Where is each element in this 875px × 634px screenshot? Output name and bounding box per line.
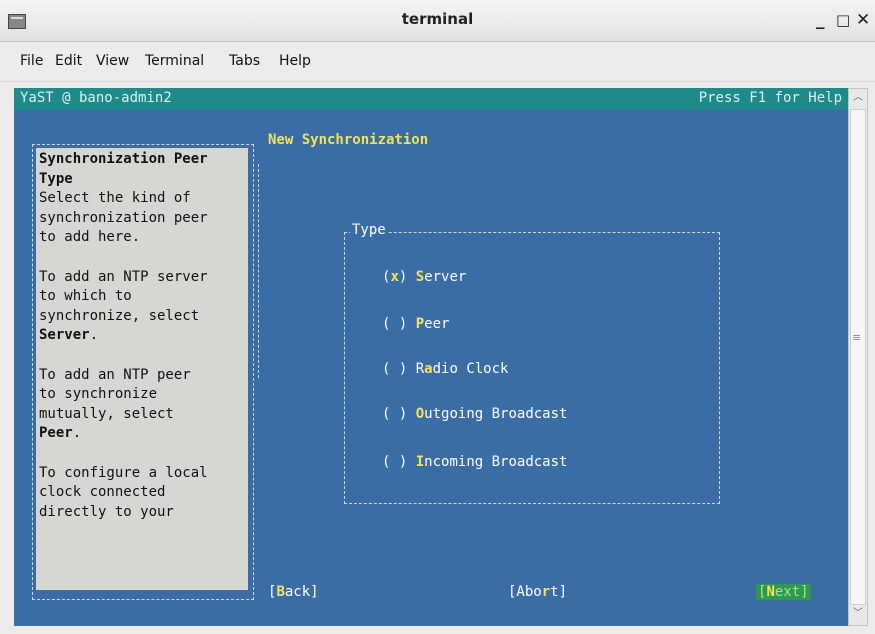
hotkey-letter: S <box>415 269 425 285</box>
next-button[interactable]: [Next] <box>756 584 811 600</box>
radio-label: dio Clock <box>432 361 509 377</box>
hotkey-letter: I <box>415 454 425 470</box>
abort-button[interactable]: [Abort] <box>508 584 567 600</box>
hotkey-letter: a <box>424 361 433 377</box>
help-paragraph-3: To add an NTP peer to synchronize mutual… <box>39 366 191 422</box>
menu-tabs[interactable]: Tabs <box>229 53 260 69</box>
minimize-button[interactable]: _ <box>816 10 825 30</box>
menu-terminal[interactable]: Terminal <box>145 53 204 69</box>
scroll-thumb[interactable] <box>850 109 866 605</box>
button-label: t] <box>550 584 568 600</box>
hotkey-letter: r <box>541 584 551 600</box>
menu-file[interactable]: File <box>20 53 43 69</box>
button-label: [Abo <box>508 584 542 600</box>
button-label: ext] <box>774 584 809 600</box>
radio-incoming-broadcast[interactable]: ( ) Incoming Broadcast <box>382 454 567 470</box>
radio-label: erver <box>424 269 467 285</box>
scroll-down-icon[interactable]: ﹀ <box>850 605 866 623</box>
hotkey-letter: O <box>415 406 425 422</box>
hotkey-letter: B <box>276 584 285 600</box>
help-period: . <box>89 327 99 344</box>
type-frame-label: Type <box>350 222 388 238</box>
radio-label: utgoing Broadcast <box>424 406 568 422</box>
help-hint: Press F1 for Help <box>698 90 842 106</box>
window-title: terminal <box>401 10 474 28</box>
help-paragraph-1: Select the kind of synchronization peer … <box>39 190 208 246</box>
help-server-term: Server <box>39 327 90 344</box>
radio-label: R <box>415 361 425 377</box>
radio-radio-clock[interactable]: ( ) Radio Clock <box>382 361 508 377</box>
terminal-screen[interactable]: YaST @ bano-admin2 Press F1 for Help Syn… <box>14 88 848 626</box>
dialog-title: New Synchronization <box>268 132 429 148</box>
yast-header: YaST @ bano-admin2 Press F1 for Help <box>14 88 848 110</box>
menu-help[interactable]: Help <box>279 53 311 69</box>
maximize-button[interactable]: □ <box>836 11 850 29</box>
close-button[interactable]: ✕ <box>856 10 870 30</box>
menu-view[interactable]: View <box>96 53 129 69</box>
radio-peer[interactable]: ( ) Peer <box>382 316 449 332</box>
radio-server[interactable]: (x) Server <box>382 269 466 285</box>
grip-icon: ≡ <box>852 331 862 344</box>
terminal-scrollbar[interactable]: ︿ ≡ ﹀ <box>848 88 868 626</box>
help-paragraph-4: To configure a local clock connected dir… <box>39 464 208 520</box>
help-paragraph-2: To add an NTP server to which to synchro… <box>39 268 208 324</box>
hotkey-letter: N <box>766 584 775 600</box>
radio-mark <box>390 454 398 470</box>
help-period: . <box>72 425 82 442</box>
help-text-panel[interactable]: Synchronization Peer Type Select the kin… <box>36 148 248 590</box>
radio-outgoing-broadcast[interactable]: ( ) Outgoing Broadcast <box>382 406 567 422</box>
window-titlebar: terminal _ □ ✕ <box>0 0 875 42</box>
help-peer-term: Peer <box>39 425 73 442</box>
radio-mark <box>390 316 398 332</box>
scroll-up-icon[interactable]: ︿ <box>850 89 866 107</box>
menu-bar: File Edit View Terminal Tabs Help <box>0 42 875 82</box>
help-scroll-indicator <box>249 164 259 378</box>
radio-label: ncoming Broadcast <box>424 454 568 470</box>
radio-mark: x <box>390 269 399 285</box>
help-heading: Synchronization Peer Type <box>39 151 208 187</box>
host-label: YaST @ bano-admin2 <box>20 90 172 106</box>
menu-edit[interactable]: Edit <box>55 53 82 69</box>
button-label: ack] <box>284 584 319 600</box>
radio-label: eer <box>424 316 450 332</box>
radio-mark <box>390 406 398 422</box>
radio-mark <box>390 361 398 377</box>
hotkey-letter: P <box>415 316 425 332</box>
back-button[interactable]: [Back] <box>268 584 319 600</box>
